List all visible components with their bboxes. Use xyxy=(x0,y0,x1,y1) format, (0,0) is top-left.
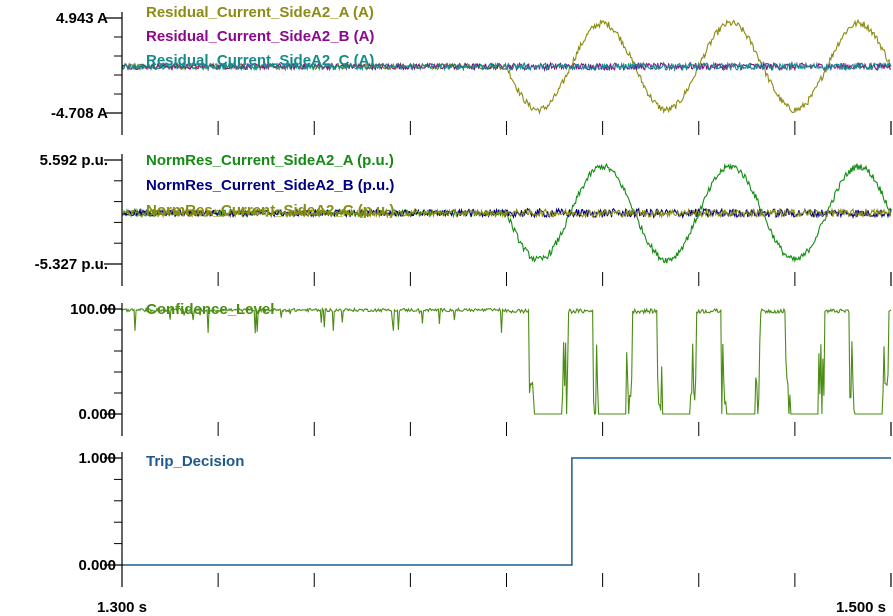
y-tick-label: 1.000 xyxy=(78,450,116,467)
legend-label: Trip_Decision xyxy=(146,453,244,470)
legend-label: NormRes_Current_SideA2_A (p.u.) xyxy=(146,152,394,169)
legend-label: Residual_Current_SideA2_A (A) xyxy=(146,4,374,21)
chart-canvas: 4.943 A -4.708 A Residual_Current_SideA2_A… xyxy=(35,4,892,616)
series-4-1-line xyxy=(122,457,891,566)
panel-2: 5.592 p.u. -5.327 p.u. NormRes_Current_Sid… xyxy=(35,152,892,286)
y-tick-label: -4.708 A xyxy=(51,105,108,122)
panel-3: 100.00 0.000 Confidence_Level xyxy=(70,301,892,436)
x-end-label: 1.500 s xyxy=(836,599,886,616)
y-tick-label: -5.327 p.u. xyxy=(35,256,108,273)
legend-label: Residual_Current_SideA2_B (A) xyxy=(146,28,374,45)
legend-label: NormRes_Current_SideA2_B (p.u.) xyxy=(146,177,394,194)
panel-1: 4.943 A -4.708 A Residual_Current_SideA2_A… xyxy=(51,4,892,135)
panel-4: 1.000 0.000 Trip_Decision xyxy=(78,450,892,587)
legend-label: Confidence_Level xyxy=(146,301,274,318)
y-tick-label: 5.592 p.u. xyxy=(40,152,108,169)
y-tick-label: 0.000 xyxy=(78,406,116,423)
y-tick-label: 0.000 xyxy=(78,557,116,574)
legend-label: Residual_Current_SideA2_C (A) xyxy=(146,52,374,69)
y-tick-label: 4.943 A xyxy=(56,10,108,27)
legend-label: NormRes_Current_SideA2_C (p.u.) xyxy=(146,202,394,219)
y-tick-label: 100.00 xyxy=(70,301,116,318)
x-start-label: 1.300 s xyxy=(97,599,147,616)
series-3-1-line xyxy=(121,306,892,416)
